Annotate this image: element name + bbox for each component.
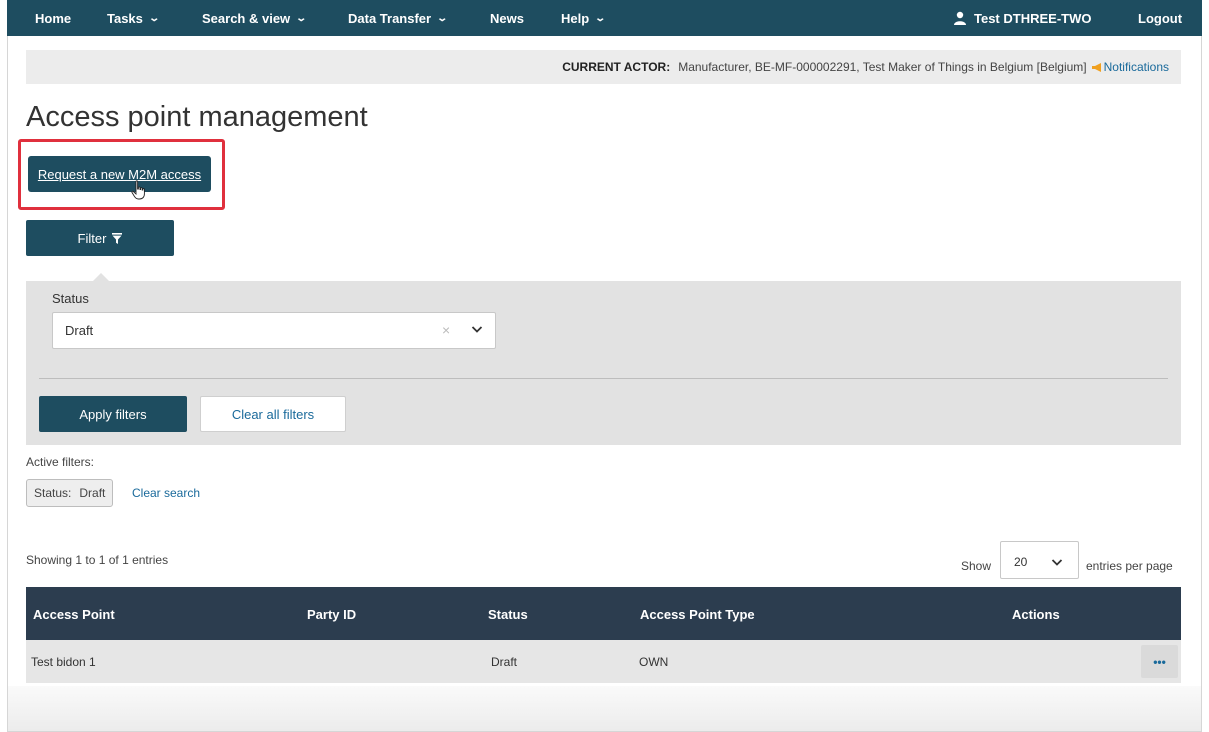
entries-count: Showing 1 to 1 of 1 entries [26, 553, 169, 567]
apply-filters-button[interactable]: Apply filters [39, 396, 187, 432]
chip-key: Status: [34, 486, 72, 500]
nav-help-label: Help [561, 10, 590, 26]
nav-help[interactable]: Help ⌄ [561, 10, 607, 26]
megaphone-icon [1091, 62, 1101, 72]
nav-home-label: Home [35, 10, 72, 26]
column-header-access-point-type[interactable]: Access Point Type [640, 607, 755, 622]
page-size-select[interactable]: 20 [1000, 541, 1079, 579]
column-header-actions: Actions [1012, 607, 1060, 622]
current-actor-value: Manufacturer, BE-MF-000002291, Test Make… [678, 60, 1087, 74]
clear-search-link[interactable]: Clear search [132, 486, 200, 500]
nav-data-transfer[interactable]: Data Transfer ⌄ [348, 10, 449, 26]
entries-per-page-label: entries per page [1086, 559, 1173, 573]
chevron-down-icon: ⌄ [295, 12, 308, 24]
logout-link[interactable]: Logout [1138, 11, 1182, 26]
active-filters-label: Active filters: [26, 455, 95, 469]
cell-access-point-type: OWN [639, 655, 669, 669]
cell-access-point: Test bidon 1 [31, 655, 96, 669]
table-header: Access Point Party ID Status Access Poin… [26, 587, 1181, 640]
nav-tasks[interactable]: Tasks ⌄ [107, 10, 160, 26]
chevron-down-icon: ⌄ [594, 12, 607, 24]
filter-toggle-button[interactable]: Filter [26, 220, 174, 256]
nav-data-transfer-label: Data Transfer [348, 10, 432, 26]
filter-panel-divider [39, 378, 1168, 379]
page-footer [8, 686, 1201, 731]
active-filter-chip[interactable]: Status: Draft [26, 479, 114, 507]
request-m2m-access-button[interactable]: Request a new M2M access [28, 156, 211, 192]
column-header-party-id[interactable]: Party ID [307, 607, 356, 622]
page-size-value: 20 [1014, 555, 1028, 569]
filter-panel-pointer [93, 273, 109, 281]
funnel-icon [112, 232, 123, 244]
nav-news-label: News [490, 10, 524, 26]
status-filter-select[interactable]: Draft × [52, 312, 496, 349]
logout-label: Logout [1138, 10, 1183, 26]
row-actions-button[interactable]: ••• [1141, 645, 1178, 678]
hand-cursor-icon [131, 180, 145, 200]
chevron-down-icon: ⌄ [148, 12, 160, 24]
notifications-label: Notifications [1103, 60, 1169, 74]
cell-status: Draft [491, 655, 518, 669]
current-actor-bar: CURRENT ACTOR: Manufacturer, BE-MF-00000… [26, 50, 1181, 84]
chevron-down-icon[interactable] [471, 323, 483, 335]
chip-value: Draft [79, 486, 106, 500]
status-filter-label: Status [52, 291, 89, 306]
current-actor-label: CURRENT ACTOR: [562, 60, 671, 74]
page-title: Access point management [26, 101, 368, 133]
user-icon [954, 11, 966, 25]
clear-all-filters-button[interactable]: Clear all filters [200, 396, 346, 432]
nav-home[interactable]: Home [35, 11, 71, 26]
status-filter-value: Draft [65, 323, 94, 338]
nav-news[interactable]: News [490, 11, 524, 26]
column-header-access-point[interactable]: Access Point [33, 607, 115, 622]
nav-search-view-label: Search & view [202, 10, 291, 26]
table-row[interactable]: Test bidon 1 Draft OWN ••• [26, 640, 1181, 683]
column-header-status[interactable]: Status [488, 607, 528, 622]
notifications-link[interactable]: Notifications [1091, 60, 1169, 74]
chevron-down-icon: ⌄ [436, 12, 449, 24]
clear-selection-icon[interactable]: × [442, 322, 450, 338]
nav-user-menu[interactable]: Test DTHREE-TWO [953, 11, 1091, 26]
top-navigation: Home Tasks ⌄ Search & view ⌄ Data Transfer… [7, 0, 1202, 36]
show-label: Show [961, 559, 992, 573]
chevron-down-icon [1051, 559, 1063, 566]
nav-search-view[interactable]: Search & view ⌄ [202, 10, 308, 26]
nav-user-name: Test DTHREE-TWO [974, 10, 1092, 26]
nav-tasks-label: Tasks [107, 10, 143, 26]
filter-button-label: Filter [77, 230, 107, 246]
